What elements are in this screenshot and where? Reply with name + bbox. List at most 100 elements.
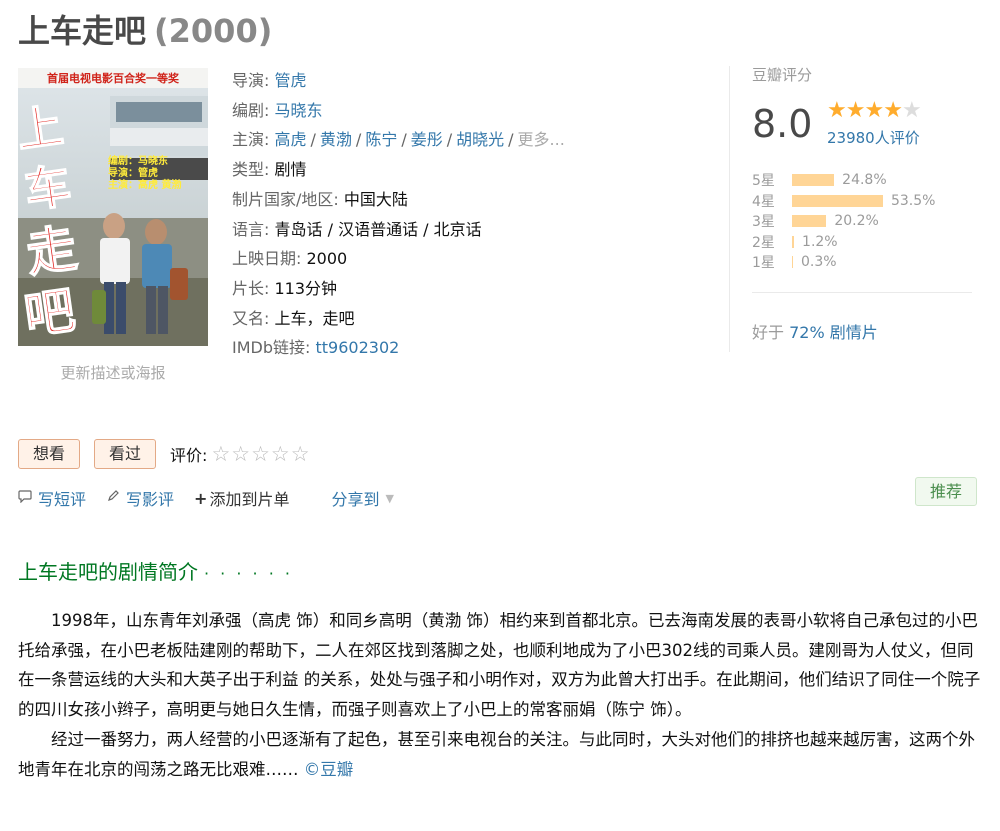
aka-value: 上车，走吧 [274, 308, 355, 328]
rating-bar [792, 174, 835, 187]
summary-paragraph: 1998年，山东青年刘承强（高虎 饰）和同乡高明（黄渤 饰）相约来到首都北京。已… [18, 611, 981, 720]
movie-year: (2000) [154, 12, 273, 50]
rating-bar [792, 256, 793, 269]
rating-percent: 1.2% [802, 233, 838, 250]
director-row: 导演: 管虎 [232, 66, 692, 96]
poster-credit: 主演：高虎 黄渤 [108, 178, 181, 191]
share-link[interactable]: 分享到 [331, 486, 379, 510]
imdb-link[interactable]: tt9602302 [316, 338, 400, 357]
poster-credit: 导演：管虎 [108, 166, 158, 179]
rating-star-label: 4星 [752, 193, 775, 210]
genre-row: 类型: 剧情 [232, 155, 692, 185]
runtime-value: 113分钟 [274, 278, 338, 298]
rating-panel: 豆瓣评分 8.0 ★★★★★ 23980人评价 5星 24.8% 4星 53.5% 3星… [729, 66, 973, 352]
rating-distribution-row: 1星 0.3% [752, 252, 972, 273]
rating-bar [792, 194, 883, 207]
rating-star-label: 2星 [752, 234, 775, 251]
imdb-label: IMDb链接: [232, 338, 311, 358]
country-label: 制片国家/地区: [232, 189, 339, 209]
summary-body: 1998年，山东青年刘承强（高虎 饰）和同乡高明（黄渤 饰）相约来到首都北京。已… [18, 606, 983, 784]
summary-heading: 上车走吧的剧情简介 · · · · · · [18, 556, 293, 585]
star-empty-icon: ★ [901, 98, 922, 123]
star-filled-icon: ★ [864, 98, 884, 123]
summary-source-link[interactable]: ©豆瓣 [304, 760, 354, 779]
rating-distribution-row: 4星 53.5% [752, 191, 972, 212]
summary-paragraph-text: 经过一番努力，两人经营的小巴逐渐有了起色，甚至引来电视台的关注。与此同时，大头对… [18, 729, 975, 779]
movie-title: 上车走吧 (2000) [18, 6, 272, 52]
poster-title-char: 吧 [21, 281, 79, 345]
poster-title-char: 车 [21, 158, 74, 218]
cast-more-link[interactable]: 更多... [518, 130, 565, 149]
cast-link[interactable]: 胡晓光 [456, 130, 504, 149]
poster-credit: 编剧：马晓东 [108, 154, 168, 167]
genre-value: 剧情 [274, 160, 307, 180]
rating-star-label: 1星 [752, 255, 775, 272]
director-link[interactable]: 管虎 [275, 71, 307, 90]
star-filled-icon: ★ [883, 98, 903, 123]
cast-label: 主演: [232, 130, 270, 150]
release-row: 上映日期: 2000 [232, 244, 692, 274]
rating-label: 豆瓣评分 [752, 66, 813, 84]
summary-heading-text: 上车走吧的剧情简介 [18, 560, 198, 584]
share-menu[interactable]: 分享到 ▼ [309, 486, 393, 510]
rate-stars-input[interactable]: ☆☆☆☆☆ [211, 442, 310, 466]
aka-label: 又名: [232, 308, 270, 328]
language-value: 青岛话 / 汉语普通话 / 北京话 [274, 219, 482, 239]
want-to-watch-button[interactable]: 想看 [18, 439, 81, 469]
rating-count-link[interactable]: 23980人评价 [827, 127, 920, 148]
better-than-prefix: 好于 [752, 323, 785, 342]
rating-percent: 0.3% [801, 254, 837, 271]
add-to-list-link[interactable]: 添加到片单 [209, 486, 289, 510]
chevron-down-icon: ▼ [385, 491, 394, 505]
better-than: 好于 72% 剧情片 [752, 319, 878, 343]
better-than-link[interactable]: 72% 剧情片 [789, 323, 878, 342]
add-to-list[interactable]: + 添加到片单 [194, 486, 289, 510]
star-filled-icon: ★ [827, 98, 847, 123]
movie-poster[interactable]: 首届电视电影百合奖一等奖 上 车 走 吧 编剧：马晓东 导演：管虎 主演：高虎 … [18, 68, 208, 346]
rating-stars: ★★★★★ [827, 98, 922, 123]
action-links: 写短评 写影评 + 添加到片单 分享到 ▼ [18, 486, 414, 510]
rating-score: 8.0 [752, 102, 813, 146]
aka-row: 又名: 上车，走吧 [232, 304, 692, 334]
movie-info: 导演: 管虎 编剧: 马晓东 主演: 高虎 / 黄渤 / 陈宁 / 姜彤 / 胡晓光 / 更多...… [232, 66, 692, 363]
rating-percent: 20.2% [834, 213, 879, 230]
writer-label: 编剧: [232, 100, 270, 120]
country-value: 中国大陆 [343, 189, 408, 209]
cast-link[interactable]: 姜彤 [411, 130, 443, 149]
movie-name: 上车走吧 [18, 12, 147, 50]
rating-bar [792, 215, 827, 228]
rating-percent: 24.8% [842, 172, 887, 189]
update-poster-link[interactable]: 更新描述或海报 [18, 362, 208, 383]
write-short-review-link[interactable]: 写短评 [38, 486, 86, 510]
imdb-row: IMDb链接: tt9602302 [232, 333, 692, 363]
summary-paragraph-2: 经过一番努力，两人经营的小巴逐渐有了起色，甚至引来电视台的关注。与此同时，大头对… [18, 725, 983, 784]
plus-icon: + [194, 488, 208, 508]
director-label: 导演: [232, 71, 270, 90]
runtime-label: 片长: [232, 278, 270, 298]
rating-divider [752, 292, 972, 293]
rate-label: 评价: [170, 446, 208, 465]
rating-distribution: 5星 24.8% 4星 53.5% 3星 20.2% 2星 1.2% 1星 0.3% [752, 170, 972, 273]
poster-image: 首届电视电影百合奖一等奖 上 车 走 吧 编剧：马晓东 导演：管虎 主演：高虎 … [18, 68, 208, 346]
write-review[interactable]: 写影评 [106, 486, 174, 510]
runtime-row: 片长: 113分钟 [232, 274, 692, 304]
cast-link[interactable]: 黄渤 [320, 130, 352, 149]
genre-label: 类型: [232, 160, 270, 180]
rating-distribution-row: 3星 20.2% [752, 211, 972, 232]
write-review-link[interactable]: 写影评 [126, 486, 174, 510]
rating-distribution-row: 2星 1.2% [752, 232, 972, 253]
poster-title-char: 上 [18, 98, 66, 158]
cast-link[interactable]: 高虎 [275, 130, 307, 149]
rating-star-label: 5星 [752, 173, 775, 190]
write-short-review[interactable]: 写短评 [18, 486, 86, 510]
cast-row: 主演: 高虎 / 黄渤 / 陈宁 / 姜彤 / 胡晓光 / 更多... [232, 130, 565, 150]
cast-link[interactable]: 陈宁 [365, 130, 397, 149]
star-filled-icon: ★ [845, 98, 866, 123]
recommend-button[interactable]: 推荐 [915, 477, 977, 506]
watched-button[interactable]: 看过 [94, 439, 157, 469]
rating-bar [792, 235, 795, 248]
summary-heading-dots: · · · · · · [204, 564, 293, 583]
writer-link[interactable]: 马晓东 [275, 101, 323, 120]
country-row: 制片国家/地区: 中国大陆 [232, 185, 692, 215]
language-label: 语言: [232, 219, 270, 239]
